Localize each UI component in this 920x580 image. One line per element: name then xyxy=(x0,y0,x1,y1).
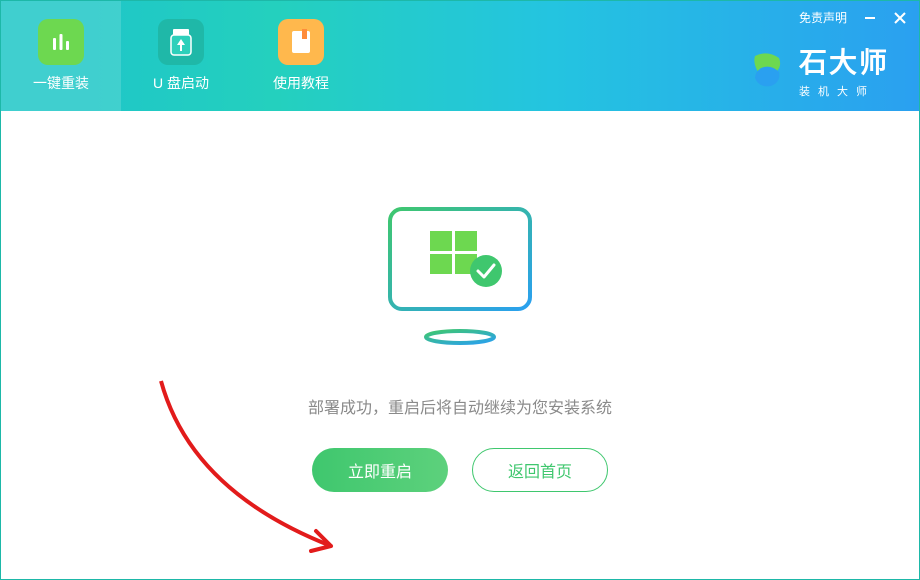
minimize-button[interactable] xyxy=(863,11,877,25)
reinstall-icon xyxy=(38,19,84,65)
app-header: 一键重装 U 盘启动 xyxy=(1,1,919,111)
tab-usb-boot[interactable]: U 盘启动 xyxy=(121,1,241,111)
tab-tutorial[interactable]: 使用教程 xyxy=(241,1,361,111)
main-content: 部署成功，重启后将自动继续为您安装系统 立即重启 返回首页 xyxy=(1,111,919,579)
action-buttons: 立即重启 返回首页 xyxy=(312,448,608,492)
restart-button[interactable]: 立即重启 xyxy=(312,448,448,492)
status-message: 部署成功，重启后将自动继续为您安装系统 xyxy=(308,394,612,418)
usb-icon xyxy=(158,19,204,65)
tab-label: 使用教程 xyxy=(273,73,329,93)
logo-icon xyxy=(745,48,789,92)
brand-logo: 石大师 装机大师 xyxy=(745,41,889,99)
brand-title: 石大师 xyxy=(799,41,889,81)
home-button[interactable]: 返回首页 xyxy=(472,448,608,492)
tab-reinstall[interactable]: 一键重装 xyxy=(1,1,121,111)
header-tabs: 一键重装 U 盘启动 xyxy=(1,1,361,111)
window-controls: 免责声明 xyxy=(799,9,907,26)
close-button[interactable] xyxy=(893,11,907,25)
tab-label: 一键重装 xyxy=(33,73,89,93)
tutorial-icon xyxy=(278,19,324,65)
tab-label: U 盘启动 xyxy=(153,73,209,93)
success-illustration xyxy=(370,199,550,364)
disclaimer-link[interactable]: 免责声明 xyxy=(799,9,847,26)
brand-subtitle: 装机大师 xyxy=(799,83,875,99)
